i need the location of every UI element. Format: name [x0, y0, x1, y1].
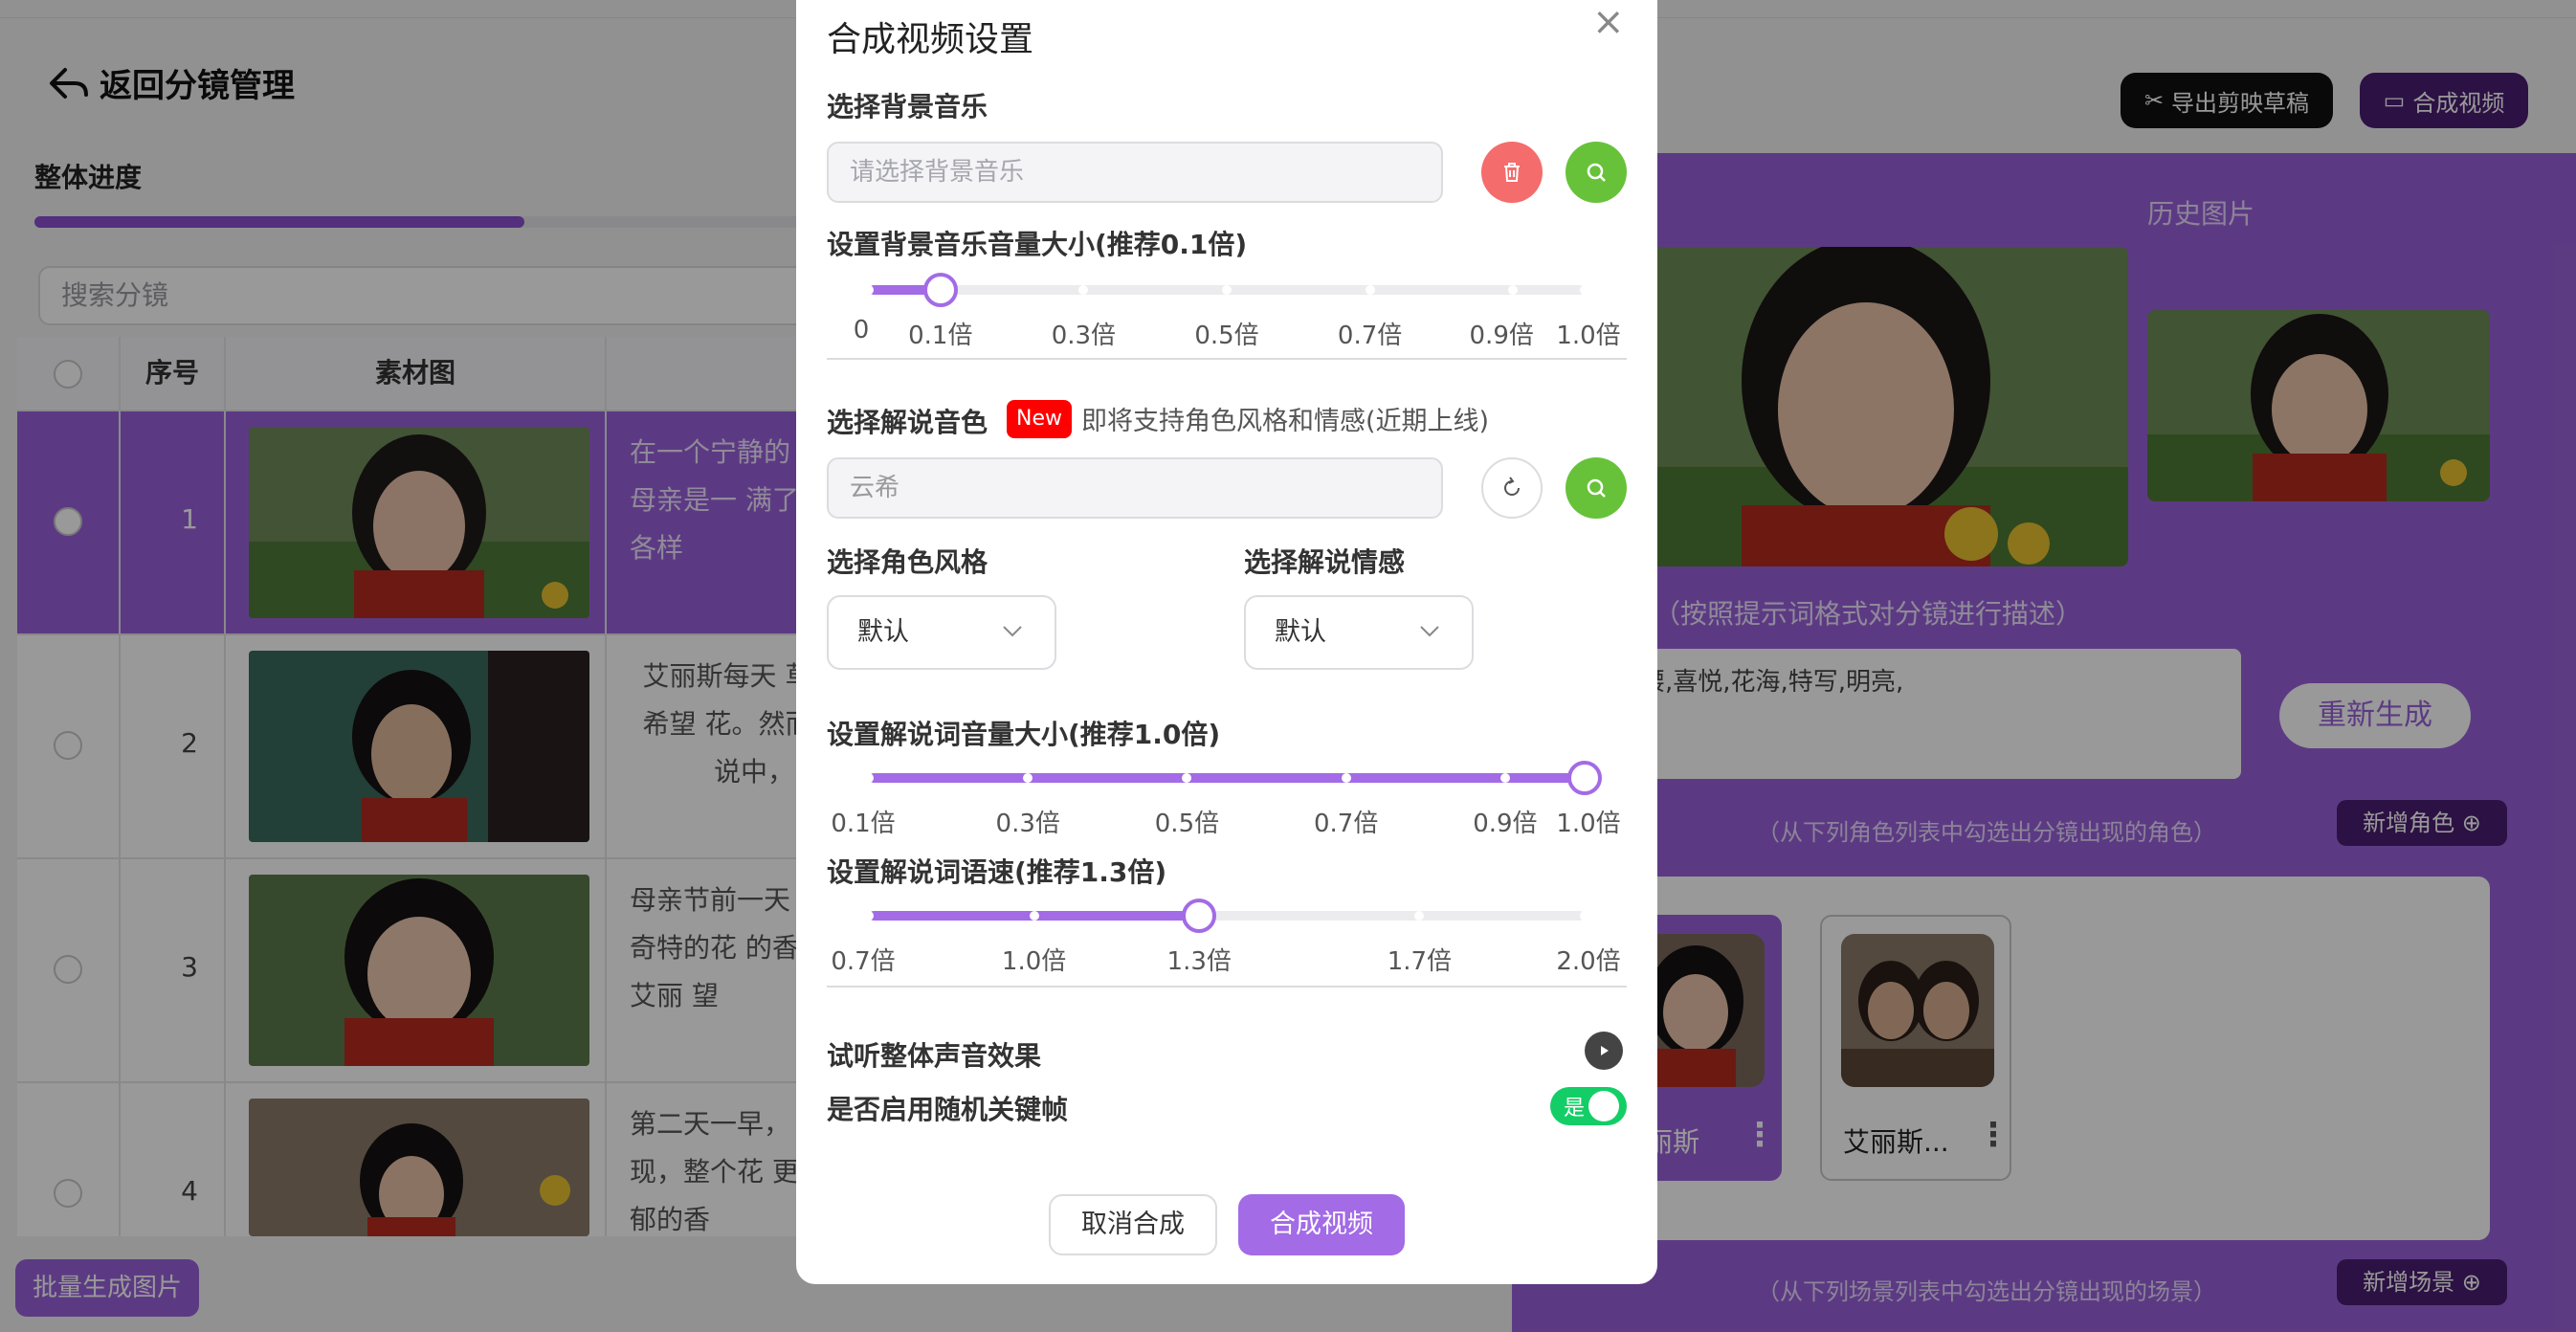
search-voice-button[interactable] — [1566, 457, 1627, 519]
slider-tick-label: 0.9倍 — [1469, 322, 1534, 350]
keyframe-toggle-knob — [1588, 1091, 1619, 1121]
slider-stop — [1341, 773, 1351, 783]
slider-stop — [1365, 285, 1375, 295]
slider-stop — [1029, 911, 1039, 921]
voice-label: 选择解说音色 — [827, 407, 988, 438]
slider-tick-label: 1.7倍 — [1387, 947, 1453, 976]
refresh-icon — [1504, 477, 1520, 496]
narration-volume-label: 设置解说词音量大小(推荐1.0倍) — [827, 719, 1221, 750]
slider-tick-label: 0.5倍 — [1194, 322, 1259, 350]
style-select[interactable]: 默认 — [827, 595, 1056, 670]
close-icon[interactable]: × — [1592, 0, 1625, 44]
dialog-title: 合成视频设置 — [827, 20, 1034, 59]
trash-icon — [1504, 163, 1520, 182]
speed-label: 设置解说词语速(推荐1.3倍) — [827, 856, 1167, 888]
emotion-select[interactable]: 默认 — [1244, 595, 1474, 670]
keyframe-toggle-text: 是 — [1564, 1097, 1586, 1121]
search-icon — [1587, 163, 1606, 182]
slider-tick-label: 0.3倍 — [1051, 322, 1117, 350]
new-badge: New — [1007, 400, 1072, 438]
slider-tick-label: 1.0倍 — [1556, 810, 1621, 838]
slider-tick-label: 0.7倍 — [831, 947, 896, 976]
search-bgm-button[interactable] — [1566, 142, 1627, 203]
slider-tick-label: 0.1倍 — [831, 810, 896, 838]
divider — [827, 986, 1627, 988]
slider-tick-label: 0.1倍 — [908, 322, 973, 350]
slider-tick-label: 0.5倍 — [1154, 810, 1220, 838]
search-icon — [1587, 478, 1606, 498]
keyframe-label: 是否启用随机关键帧 — [827, 1094, 1069, 1125]
slider-stop — [864, 911, 874, 921]
divider — [827, 358, 1627, 360]
slider-tick-label: 1.0倍 — [1556, 322, 1621, 350]
bgm-select[interactable]: 请选择背景音乐 — [827, 142, 1443, 203]
voice-hint: 即将支持角色风格和情感(近期上线) — [1081, 407, 1490, 436]
submit-compose-button[interactable]: 合成视频 — [1238, 1194, 1405, 1255]
emotion-value: 默认 — [1275, 617, 1326, 647]
delete-bgm-button[interactable] — [1481, 142, 1543, 203]
slider-tick-label: 0.7倍 — [1313, 810, 1379, 838]
style-value: 默认 — [857, 617, 909, 647]
chevron-down-icon — [1420, 626, 1439, 637]
slider-tick-label: 1.0倍 — [1001, 947, 1067, 976]
slider-stop — [1499, 773, 1510, 783]
narration-volume-handle[interactable] — [1567, 761, 1602, 795]
slider-tick-label: 0.9倍 — [1473, 810, 1538, 838]
slider-tick-label: 0.7倍 — [1337, 322, 1403, 350]
slider-stop — [1580, 911, 1589, 921]
play-preview-button[interactable] — [1585, 1032, 1623, 1070]
slider-tick-label: 2.0倍 — [1556, 947, 1621, 976]
slider-stop — [1222, 285, 1232, 295]
chevron-down-icon — [1003, 626, 1022, 637]
play-icon — [1601, 1046, 1609, 1055]
slider-stop — [864, 773, 874, 783]
slider-tick-label: 1.3倍 — [1166, 947, 1232, 976]
emotion-label: 选择解说情感 — [1244, 546, 1406, 578]
bgm-volume-label: 设置背景音乐音量大小(推荐0.1倍) — [827, 229, 1248, 260]
bgm-label: 选择背景音乐 — [827, 91, 988, 122]
reset-voice-button[interactable] — [1481, 457, 1543, 519]
style-label: 选择角色风格 — [827, 546, 988, 578]
slider-tick-label: 0 — [853, 316, 870, 344]
cancel-compose-button[interactable]: 取消合成 — [1049, 1194, 1217, 1255]
voice-select[interactable]: 云希 — [827, 457, 1443, 519]
slider-stop — [864, 285, 874, 295]
bgm-volume-handle[interactable] — [922, 273, 958, 307]
slider-stop — [1580, 285, 1589, 295]
preview-label: 试听整体声音效果 — [827, 1040, 1042, 1072]
speed-handle[interactable] — [1182, 899, 1217, 933]
narration-volume-fill — [869, 773, 1585, 783]
slider-tick-label: 0.3倍 — [995, 810, 1060, 838]
